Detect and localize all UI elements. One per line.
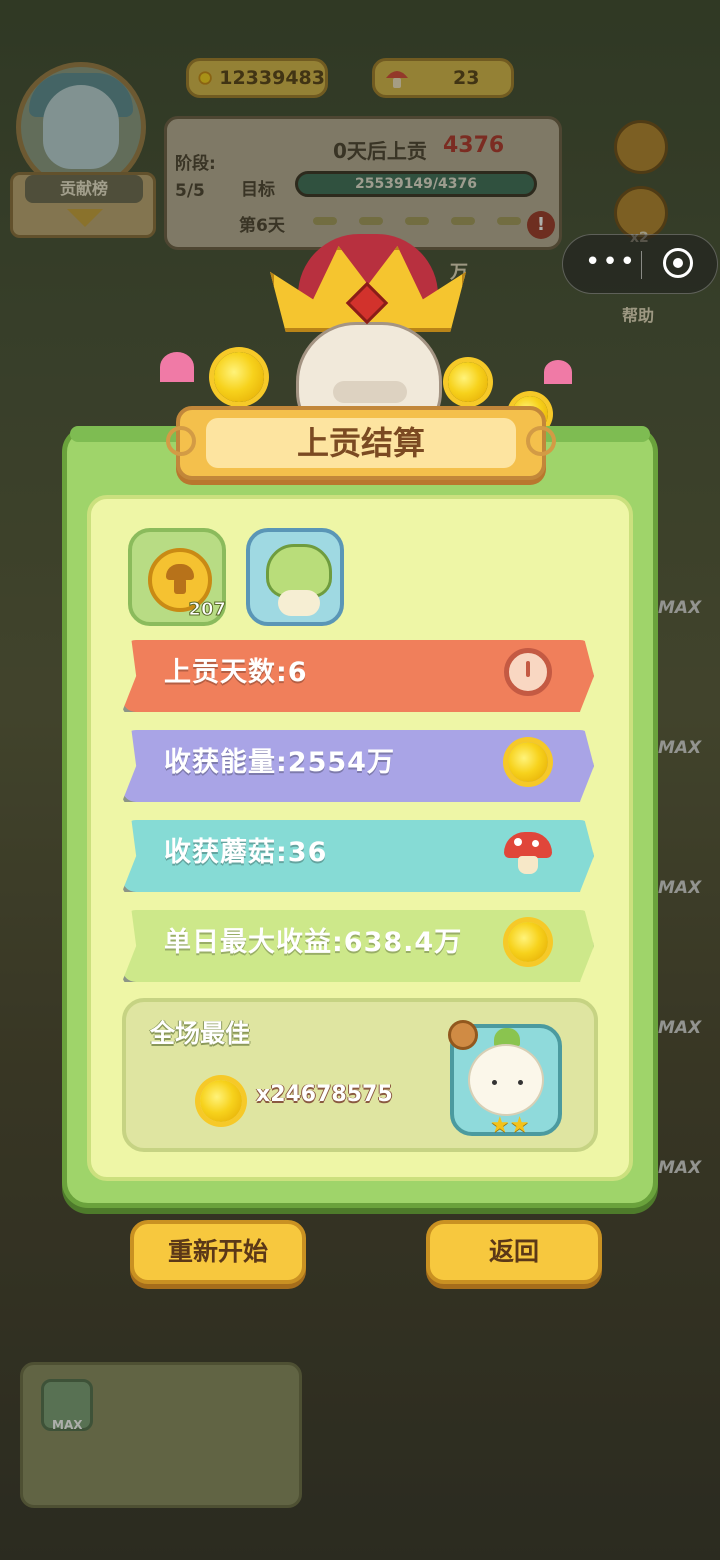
best-performer-box: 全场最佳 x24678575 ★★ [122, 998, 598, 1152]
swirl-icon [526, 426, 556, 456]
stat-label: 收获能量:2554万 [164, 747, 395, 778]
reward-coin-count: 207 [188, 599, 227, 621]
dialog-title-banner: 上贡结算 [166, 406, 556, 480]
more-menu-icon[interactable]: ••• [585, 247, 637, 277]
stat-energy-harvested: 收获能量:2554万 [122, 730, 594, 802]
dialog-title: 上贡结算 [206, 418, 516, 468]
best-plant-card[interactable]: ★★ [448, 1020, 562, 1138]
stat-max-daily-income: 单日最大收益:638.4万 [122, 910, 594, 982]
stopwatch-icon [504, 648, 552, 696]
restart-button[interactable]: 重新开始 [130, 1220, 306, 1284]
mushroom-icon [504, 828, 552, 876]
lettuce-face [278, 590, 320, 616]
sun-icon [508, 922, 548, 962]
stat-label: 单日最大收益:638.4万 [164, 927, 463, 958]
radish-icon [468, 1044, 544, 1116]
miniprogram-capsule: ••• [562, 234, 718, 294]
heart-icon [160, 352, 194, 382]
best-value: x24678575 [256, 1082, 393, 1107]
reward-coin-slot[interactable]: 207 [128, 528, 226, 626]
stat-tribute-days: 上贡天数:6 [122, 640, 594, 712]
sun-icon [448, 362, 488, 402]
sun-icon [200, 1080, 242, 1122]
reward-lettuce-slot[interactable] [246, 528, 344, 626]
vine-decoration [540, 426, 650, 442]
star-rating: ★★ [490, 1113, 530, 1138]
stat-label: 上贡天数:6 [164, 657, 308, 688]
best-title: 全场最佳 [150, 1019, 251, 1048]
capsule-divider [641, 251, 642, 279]
stat-mushrooms-harvested: 收获蘑菇:36 [122, 820, 594, 892]
stat-label: 收获蘑菇:36 [164, 837, 328, 868]
sun-icon [214, 352, 264, 402]
sun-icon [508, 742, 548, 782]
swirl-icon [166, 426, 196, 456]
back-button[interactable]: 返回 [426, 1220, 602, 1284]
lettuce-badge-icon [448, 1020, 478, 1050]
heart-icon [544, 360, 572, 384]
close-miniprogram-icon[interactable] [663, 248, 693, 278]
